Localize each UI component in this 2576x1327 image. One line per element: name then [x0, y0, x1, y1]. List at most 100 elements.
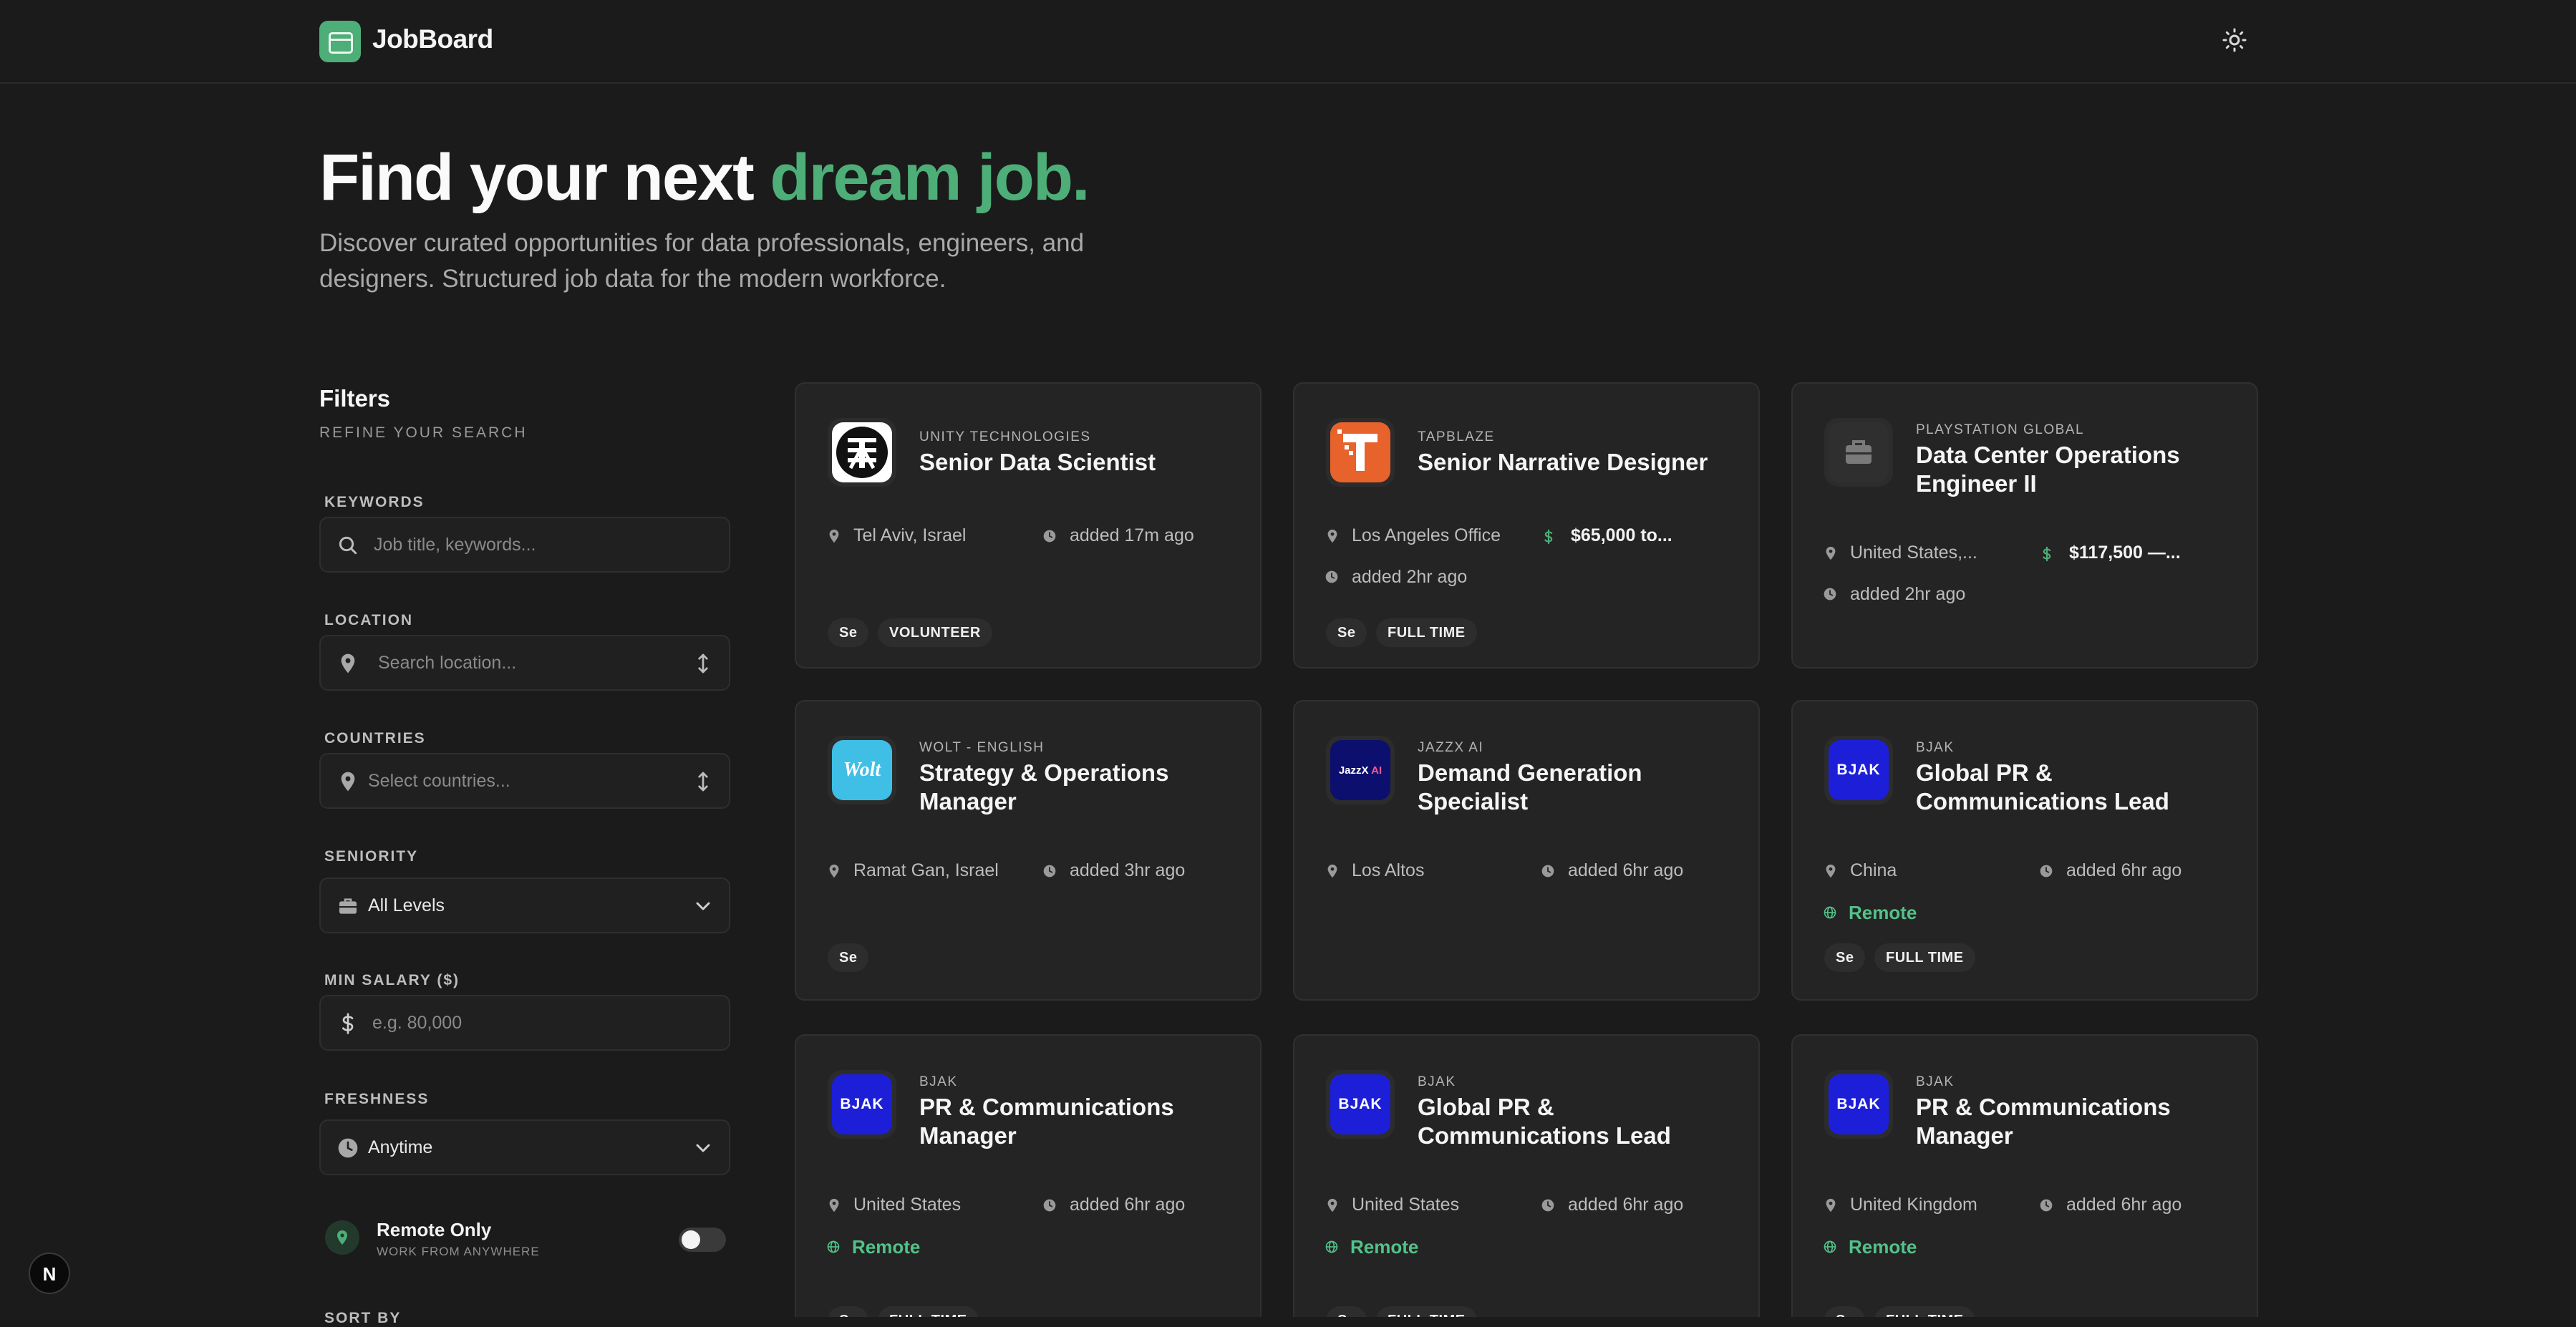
job-location: United States [1352, 1195, 1460, 1215]
job-card[interactable]: BJAK BJAK Global PR & Communications Lead U… [1293, 1034, 1760, 1317]
toggle-knob [682, 1230, 700, 1249]
chevron-down-icon [696, 1144, 710, 1152]
job-location: Los Altos [1352, 860, 1425, 880]
job-location: Ramat Gan, Israel [853, 860, 999, 880]
job-title[interactable]: Global PR & Communications Lead [1916, 759, 2231, 816]
freshness-value: Anytime [368, 1137, 433, 1157]
dollar-icon [2039, 546, 2055, 562]
job-card[interactable]: BJAK BJAK PR & Communications Manager Unite… [1791, 1034, 2258, 1317]
next-badge-letter: N [42, 1263, 57, 1285]
job-added: added 2hr ago [1850, 584, 1966, 604]
company-logo [828, 418, 896, 487]
brand-name[interactable]: JobBoard [372, 24, 493, 54]
bjak-logo-icon: BJAK [1829, 740, 1889, 800]
job-tag: Se [1824, 943, 1866, 972]
job-card[interactable]: TAPBLAZE Senior Narrative Designer Los Ang… [1293, 382, 1760, 669]
job-card[interactable]: BJAK BJAK Global PR & Communications Lead C… [1791, 700, 2258, 1001]
remote-only-title: Remote Only [377, 1219, 492, 1240]
seniority-value: All Levels [368, 895, 445, 915]
hero-title: Find your next dream job. [319, 140, 1090, 215]
top-bar: JobBoard [0, 0, 2576, 84]
remote-pin-icon [325, 1220, 359, 1255]
job-location: China [1850, 860, 1897, 880]
company-logo: BJAK [1824, 736, 1893, 805]
job-title[interactable]: Global PR & Communications Lead [1418, 1093, 1733, 1150]
briefcase-logo-icon [1829, 422, 1889, 482]
chevron-down-icon [696, 902, 710, 910]
sort-by-label: SORT BY [324, 1310, 402, 1326]
location-input[interactable]: Search location... [319, 635, 730, 691]
globe-icon [826, 1240, 842, 1255]
map-pin-icon [826, 528, 842, 544]
bjak-logo-text: BJAK [1338, 1096, 1383, 1112]
job-added: added 6hr ago [2066, 860, 2182, 880]
freshness-select[interactable]: Anytime [319, 1119, 730, 1175]
job-card[interactable]: PLAYSTATION GLOBAL Data Center Operations… [1791, 382, 2258, 669]
clock-icon [1823, 587, 1839, 603]
job-tag: Se [1824, 1306, 1866, 1317]
job-title[interactable]: Senior Data Scientist [919, 448, 1234, 477]
company-name: BJAK [1418, 1074, 1456, 1089]
seniority-select[interactable]: All Levels [319, 878, 730, 933]
filters-subtitle: REFINE YOUR SEARCH [319, 424, 528, 441]
clock-icon [1042, 529, 1058, 545]
company-name: TAPBLAZE [1418, 429, 1495, 444]
bjak-logo-icon: BJAK [1330, 1074, 1390, 1134]
job-location: Tel Aviv, Israel [853, 525, 967, 545]
filters-title: Filters [319, 385, 391, 412]
globe-icon [1823, 905, 1839, 921]
map-pin-icon [341, 653, 355, 674]
company-logo: BJAK [1326, 1070, 1395, 1139]
job-card[interactable]: Wolt WOLT - ENGLISH Strategy & Operations … [795, 700, 1262, 1001]
job-tag: Se [828, 943, 869, 972]
job-tag: FULL TIME [878, 1306, 979, 1317]
job-title[interactable]: Strategy & Operations Manager [919, 759, 1234, 816]
job-added: added 6hr ago [1568, 1195, 1684, 1215]
job-title[interactable]: PR & Communications Manager [1916, 1093, 2231, 1150]
jobboard-logo-icon[interactable] [319, 21, 361, 62]
countries-select[interactable]: Select countries... [319, 753, 730, 809]
job-title[interactable]: Senior Narrative Designer [1418, 448, 1733, 477]
job-title[interactable]: PR & Communications Manager [919, 1093, 1234, 1150]
keywords-input[interactable]: Job title, keywords... [319, 517, 730, 573]
jazzx-logo-text: JazzX AI [1339, 764, 1382, 777]
map-pin-icon [1325, 1197, 1340, 1213]
map-pin-icon [826, 1197, 842, 1213]
globe-icon [1325, 1240, 1340, 1255]
hero-subtitle: Discover curated opportunities for data … [319, 229, 1085, 293]
remote-only-toggle[interactable] [679, 1228, 726, 1252]
job-added: added 6hr ago [1070, 1195, 1186, 1215]
job-title[interactable]: Demand Generation Specialist [1418, 759, 1733, 816]
remote-only-row: Remote Only WORK FROM ANYWHERE [319, 1213, 730, 1265]
next-dev-badge[interactable]: N [29, 1253, 70, 1294]
min-salary-label: MIN SALARY ($) [324, 972, 460, 988]
min-salary-input[interactable]: e.g. 80,000 [319, 995, 730, 1051]
location-label: LOCATION [324, 612, 414, 628]
clock-icon [2039, 864, 2055, 880]
map-pin-icon [1823, 863, 1839, 879]
company-name: BJAK [1916, 1074, 1955, 1089]
job-salary: $65,000 to... [1571, 525, 1672, 545]
map-pin-icon [1325, 863, 1340, 879]
job-location: Los Angeles Office [1352, 525, 1501, 545]
clock-icon [2039, 1198, 2055, 1214]
company-logo: JazzX AI [1326, 736, 1395, 805]
job-location: United States [853, 1195, 962, 1215]
clock-icon [338, 1138, 358, 1158]
job-card[interactable]: UNITY TECHNOLOGIES Senior Data Scientist T… [795, 382, 1262, 669]
seniority-label: SENIORITY [324, 848, 419, 865]
briefcase-icon [339, 898, 357, 914]
company-name: UNITY TECHNOLOGIES [919, 429, 1091, 444]
clock-icon [1541, 1198, 1556, 1214]
job-tag: Se [1326, 1306, 1367, 1317]
job-card[interactable]: JazzX AI JAZZX AI Demand Generation Specia… [1293, 700, 1760, 1001]
job-tag: Se [828, 618, 869, 647]
remote-badge: Remote [1849, 1236, 1917, 1258]
job-title[interactable]: Data Center Operations Engineer II [1916, 441, 2231, 498]
sun-icon[interactable] [2222, 27, 2247, 53]
job-tag: FULL TIME [1376, 618, 1477, 647]
job-card[interactable]: BJAK BJAK PR & Communications Manager Unite… [795, 1034, 1262, 1317]
company-logo: BJAK [828, 1070, 896, 1139]
job-location: United Kingdom [1850, 1195, 1977, 1215]
map-pin-icon [341, 772, 355, 792]
